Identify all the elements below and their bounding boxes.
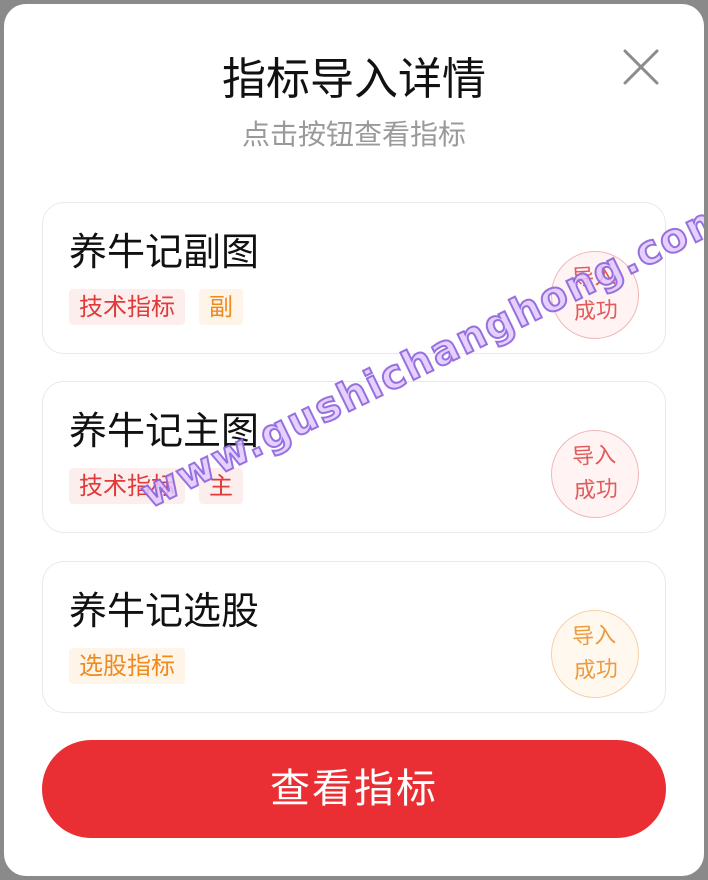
indicator-position-tag: 主 [199,468,243,504]
dialog-subtitle: 点击按钮查看指标 [241,118,466,151]
indicator-type-tag: 技术指标 [69,468,185,504]
stamp-line-1: 导入 [571,263,617,292]
import-success-stamp: 导入 成功 [548,427,642,521]
indicator-card: 养牛记主图 技术指标 主 导入 成功 [42,381,666,533]
close-icon[interactable] [616,42,666,92]
import-details-dialog: 指标导入详情 点击按钮查看指标 养牛记副图 技术指标 副 导入 成功 养牛记主图… [4,4,704,876]
import-success-stamp: 导入 成功 [548,248,642,342]
indicator-name: 养牛记主图 [69,409,260,453]
indicator-card: 养牛记副图 技术指标 副 导入 成功 [42,202,666,354]
stamp-line-2: 成功 [573,297,619,326]
view-indicators-button[interactable]: 查看指标 [42,740,666,838]
import-success-stamp: 导入 成功 [548,607,642,701]
stamp-line-2: 成功 [573,656,619,685]
indicator-tags: 选股指标 [69,648,185,684]
dialog-title: 指标导入详情 [222,54,486,105]
indicator-card: 养牛记选股 选股指标 导入 成功 [42,561,666,713]
indicator-name: 养牛记副图 [69,230,260,274]
indicator-position-tag: 副 [199,289,243,325]
stamp-line-2: 成功 [573,476,619,505]
indicator-tags: 技术指标 主 [69,468,243,504]
indicator-name: 养牛记选股 [69,589,260,633]
indicator-type-tag: 技术指标 [69,289,185,325]
indicator-type-tag: 选股指标 [69,648,185,684]
stamp-line-1: 导入 [571,622,617,651]
stamp-line-1: 导入 [571,442,617,471]
indicator-tags: 技术指标 副 [69,289,243,325]
